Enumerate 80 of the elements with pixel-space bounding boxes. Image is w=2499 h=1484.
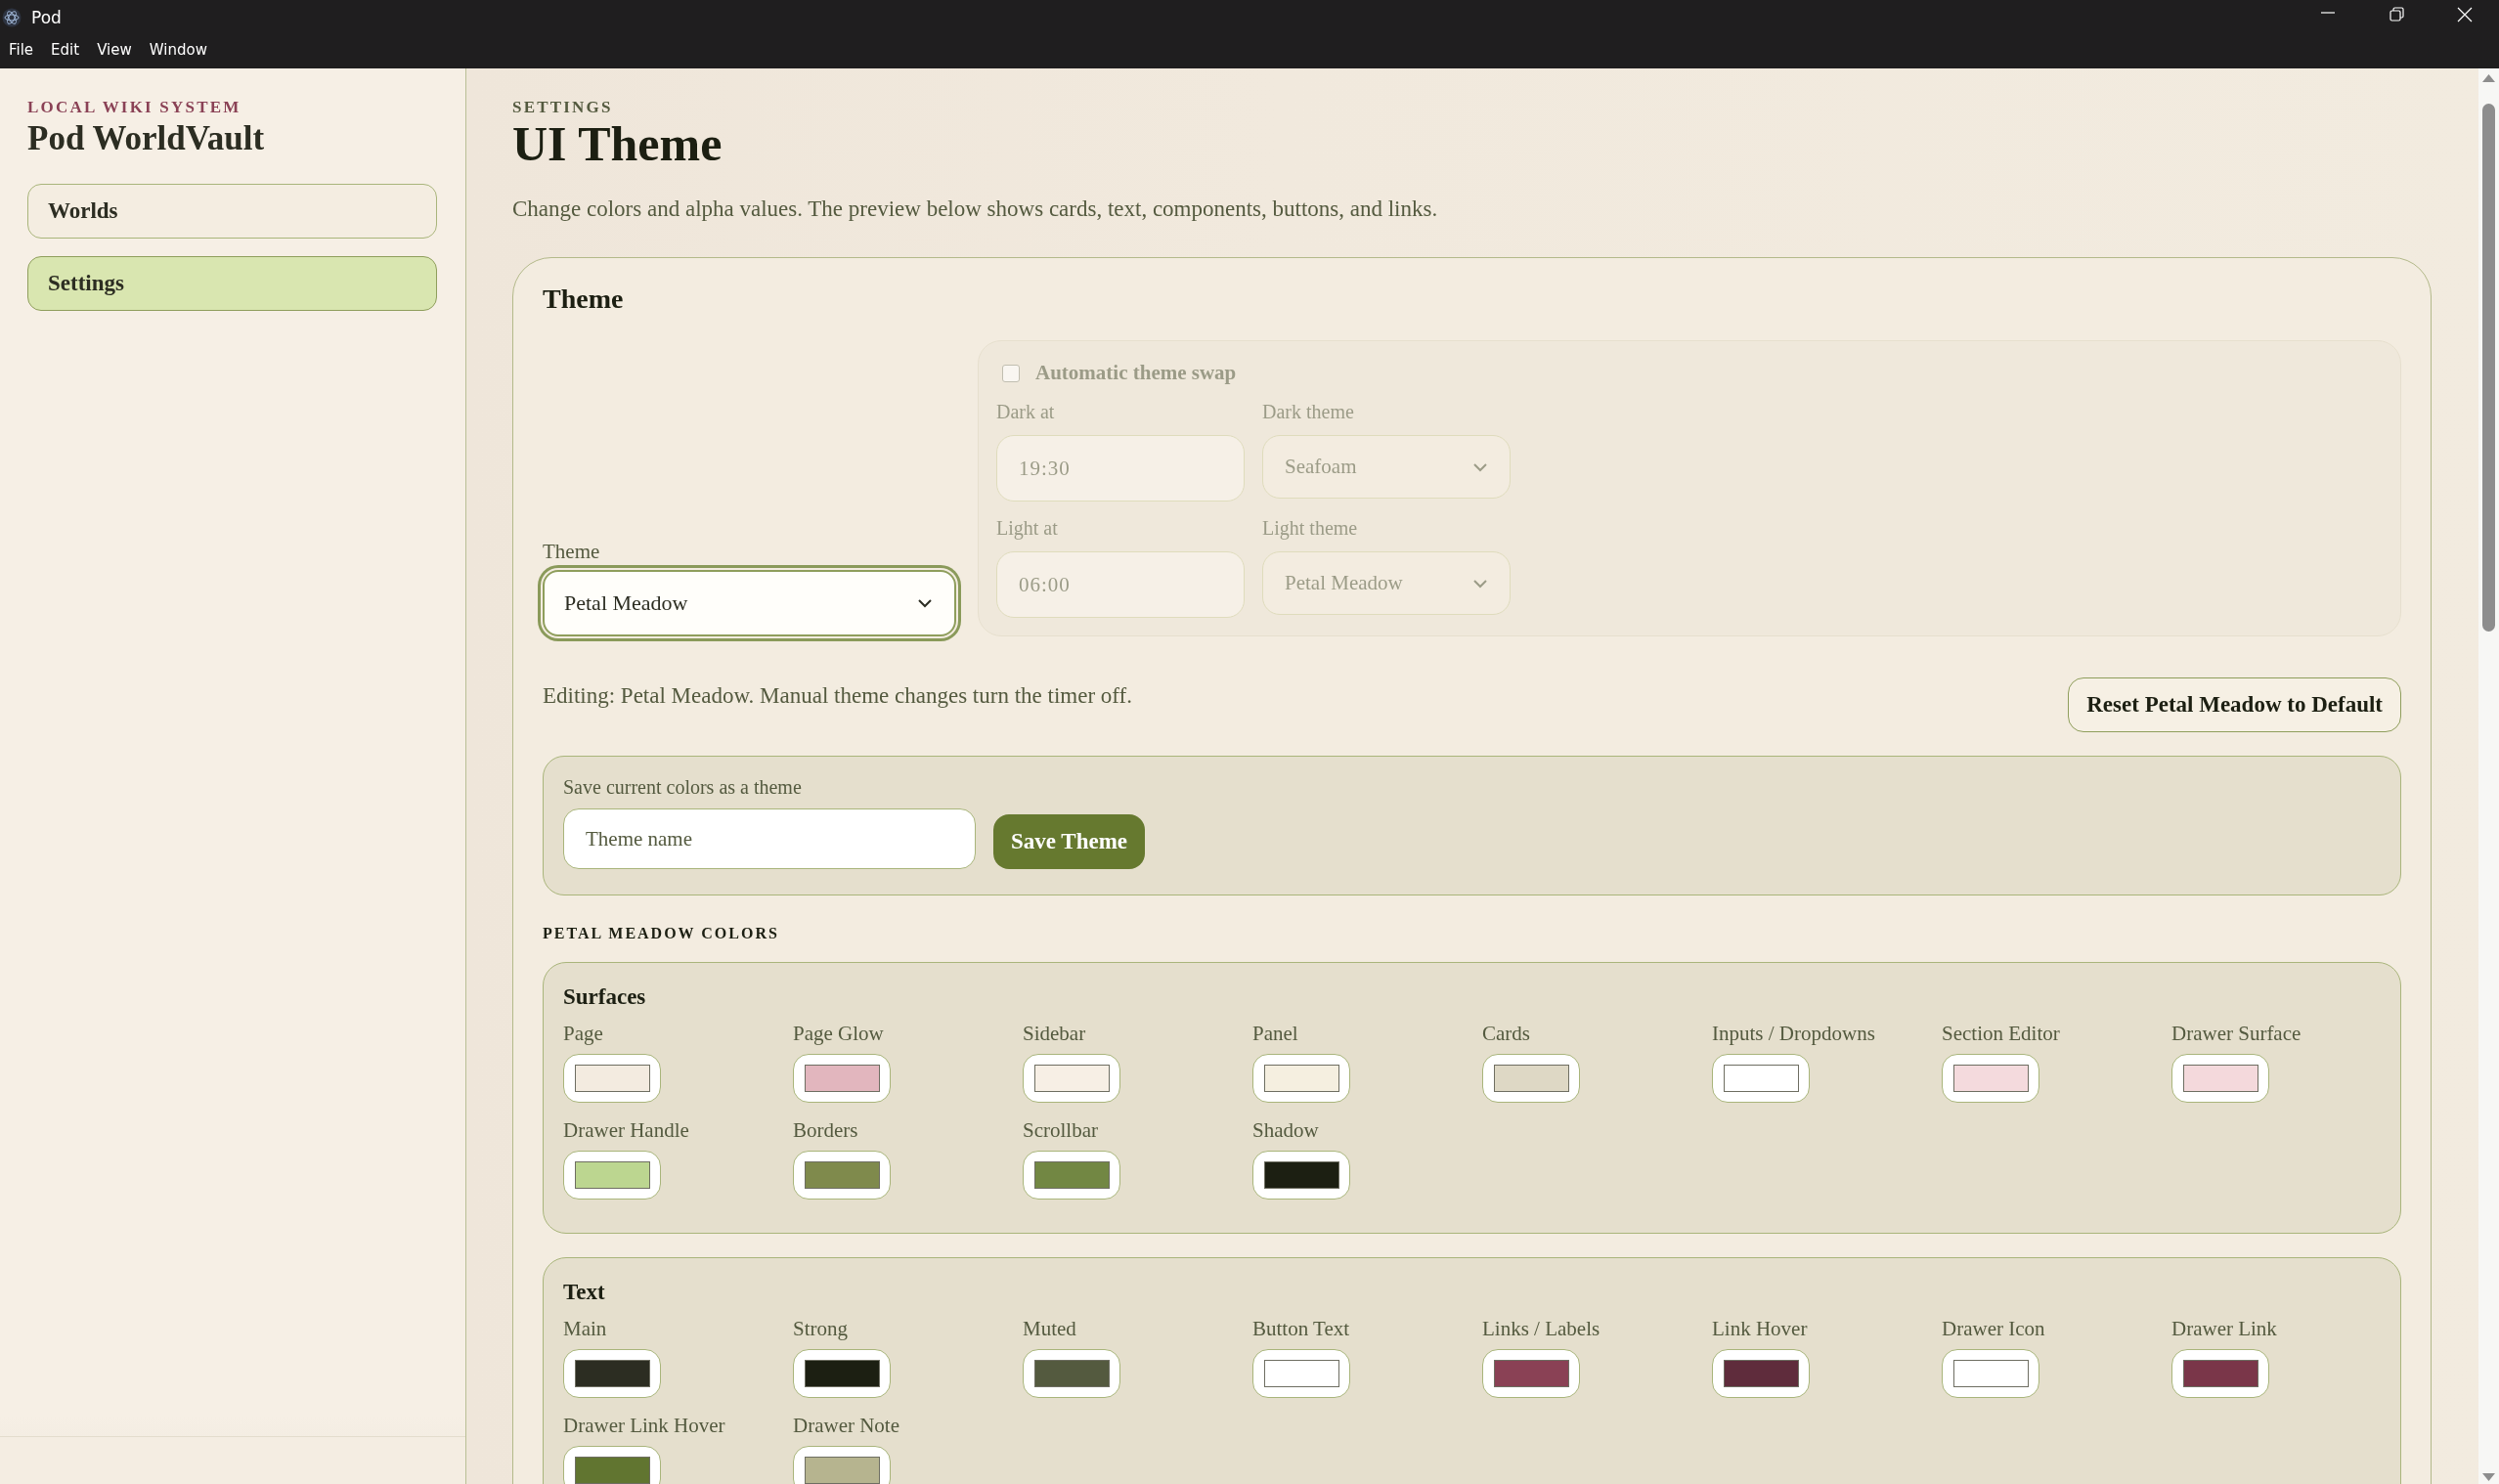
sidebar-item[interactable]: Worlds	[27, 184, 437, 239]
scroll-up-icon[interactable]	[2481, 73, 2496, 83]
color-label: Scrollbar	[1023, 1118, 1099, 1143]
color-label: Muted	[1023, 1317, 1077, 1341]
color-label: Drawer Link	[2171, 1317, 2278, 1341]
field-label: Light at	[996, 517, 1059, 540]
color-label: Panel	[1252, 1022, 1299, 1046]
color-picker[interactable]	[563, 1446, 661, 1484]
field-label: Dark at	[996, 401, 1056, 423]
color-picker[interactable]	[1252, 1151, 1350, 1200]
color-picker[interactable]	[1712, 1349, 1810, 1398]
color-picker[interactable]	[1942, 1054, 2039, 1103]
color-label: Drawer Link Hover	[563, 1414, 726, 1438]
color-picker[interactable]	[793, 1054, 891, 1103]
colors-heading: PETAL MEADOW COLORS	[543, 925, 780, 942]
chevron-down-icon	[1472, 578, 1488, 589]
close-icon[interactable]	[2456, 6, 2474, 23]
color-picker[interactable]	[1252, 1349, 1350, 1398]
color-label: Main	[563, 1317, 608, 1341]
color-picker[interactable]	[1023, 1349, 1120, 1398]
field-label: Dark theme	[1262, 401, 1355, 423]
color-picker[interactable]	[1023, 1054, 1120, 1103]
color-label: Drawer Handle	[563, 1118, 690, 1143]
app-title: Pod WorldVault	[27, 119, 266, 158]
page-description: Change colors and alpha values. The preview below shows cards, text, components, buttons, and links.	[512, 196, 1439, 222]
color-picker[interactable]	[563, 1151, 661, 1200]
restore-icon[interactable]	[2388, 6, 2405, 23]
color-picker[interactable]	[1482, 1054, 1580, 1103]
color-picker[interactable]	[563, 1349, 661, 1398]
menu-item[interactable]: View	[88, 35, 141, 65]
color-label: Shadow	[1252, 1118, 1320, 1143]
menu-item[interactable]: Edit	[42, 35, 89, 65]
color-picker[interactable]	[1942, 1349, 2039, 1398]
group-title: Surfaces	[563, 984, 647, 1010]
color-label: Borders	[793, 1118, 859, 1143]
color-picker[interactable]	[793, 1151, 891, 1200]
color-picker[interactable]	[1712, 1054, 1810, 1103]
chevron-down-icon	[1472, 461, 1488, 472]
color-label: Links / Labels	[1482, 1317, 1601, 1341]
color-picker[interactable]	[1482, 1349, 1580, 1398]
window-title: Pod	[31, 8, 62, 27]
reset-button[interactable]: Reset Petal Meadow to Default	[2068, 677, 2401, 732]
color-picker[interactable]	[793, 1349, 891, 1398]
sidebar-eyebrow: LOCAL WIKI SYSTEM	[27, 98, 242, 117]
theme-name-field[interactable]: Theme name	[563, 808, 976, 869]
color-label: Drawer Icon	[1942, 1317, 2046, 1341]
page-title: UI Theme	[512, 117, 723, 171]
app-icon	[2, 8, 22, 27]
color-picker[interactable]	[1252, 1054, 1350, 1103]
color-picker[interactable]	[2171, 1054, 2269, 1103]
color-label: Cards	[1482, 1022, 1531, 1046]
color-picker[interactable]	[563, 1054, 661, 1103]
checkbox-label: Automatic theme swap	[1035, 361, 1237, 385]
chevron-down-icon	[917, 598, 933, 608]
card-title: Theme	[543, 284, 625, 315]
group-title: Text	[563, 1280, 606, 1305]
color-label: Drawer Surface	[2171, 1022, 2302, 1046]
color-label: Inputs / Dropdowns	[1712, 1022, 1876, 1046]
color-label: Page Glow	[793, 1022, 885, 1046]
field-label: Theme	[543, 540, 601, 564]
field-label: Light theme	[1262, 517, 1359, 540]
sidebar-item[interactable]: Settings	[27, 256, 437, 311]
menu-item[interactable]: Window	[140, 35, 216, 65]
color-label: Sidebar	[1023, 1022, 1087, 1046]
color-label: Link Hover	[1712, 1317, 1809, 1341]
scroll-down-icon[interactable]	[2481, 1472, 2496, 1482]
color-label: Section Editor	[1942, 1022, 2061, 1046]
color-picker[interactable]	[1023, 1151, 1120, 1200]
color-picker[interactable]	[793, 1446, 891, 1484]
color-label: Strong	[793, 1317, 849, 1341]
menu-item[interactable]: File	[0, 35, 43, 65]
editing-note: Editing: Petal Meadow. Manual theme changes turn the timer off.	[543, 683, 1132, 709]
color-picker[interactable]	[2171, 1349, 2269, 1398]
scrollbar-thumb[interactable]	[2482, 104, 2495, 632]
save-theme-button[interactable]: Save Theme	[993, 814, 1146, 869]
color-label: Button Text	[1252, 1317, 1351, 1341]
color-label: Page	[563, 1022, 604, 1046]
field-label: Save current colors as a theme	[563, 776, 803, 799]
section-eyebrow: SETTINGS	[512, 98, 614, 117]
color-label: Drawer Note	[793, 1414, 901, 1438]
